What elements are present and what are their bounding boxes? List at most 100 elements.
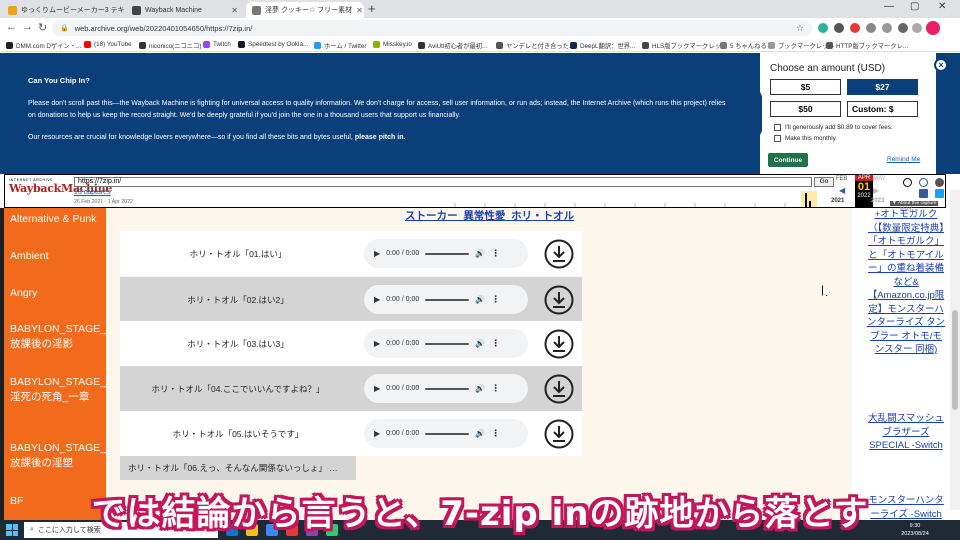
download-icon[interactable] — [544, 239, 574, 269]
bookmark-item[interactable]: ヤンデレと付き合った... — [496, 41, 574, 50]
audio-player[interactable]: ▶ 0:00 / 0:00 🔊 ⋮ — [364, 285, 528, 314]
volume-icon[interactable]: 🔊 — [475, 295, 485, 304]
seek-bar[interactable] — [425, 298, 470, 301]
next-month-label[interactable]: MAY — [871, 176, 888, 182]
forward-icon[interactable]: → — [22, 21, 33, 33]
maximize-icon[interactable]: ▢ — [910, 1, 919, 12]
volume-icon[interactable]: 🔊 — [475, 429, 485, 438]
seek-bar[interactable] — [425, 252, 470, 255]
sidebar-icon[interactable] — [912, 23, 922, 33]
help-icon[interactable] — [919, 178, 928, 187]
sidebar-item[interactable]: BABYLON_STAGE_39_淫死の死角_一章 — [10, 375, 106, 405]
volume-icon[interactable]: 🔊 — [475, 384, 485, 393]
album-heading[interactable]: ストーカー_異常性愛_ホリ・トオル — [405, 208, 574, 223]
play-icon[interactable]: ▶ — [374, 384, 380, 393]
bookmark-item[interactable]: (18) YouTube — [84, 41, 132, 48]
amount-27-button[interactable]: $27 — [847, 79, 918, 95]
scrollbar-thumb[interactable] — [952, 310, 958, 410]
avatar[interactable] — [926, 21, 940, 35]
new-tab-button[interactable]: + — [368, 1, 376, 16]
capture-sparkline[interactable] — [445, 189, 835, 207]
play-icon[interactable]: ▶ — [374, 339, 380, 348]
download-icon[interactable] — [544, 374, 574, 404]
volume-icon[interactable]: 🔊 — [475, 339, 485, 348]
reload-icon[interactable]: ↻ — [38, 21, 47, 34]
amount-50-button[interactable]: $50 — [770, 101, 841, 117]
cover-fees-checkbox[interactable]: I'll generously add $0.89 to cover fees. — [774, 124, 893, 131]
media-icon[interactable] — [882, 23, 892, 33]
tab-yukkuri[interactable]: ゆっくりムービーメーカー3 テキスト - Go ✕ — [2, 2, 124, 18]
more-options-icon[interactable]: ⋮ — [491, 294, 500, 305]
puzzle-icon[interactable] — [866, 23, 876, 33]
bookmark-item[interactable]: DeepL翻訳：世界... — [570, 41, 635, 50]
tab-wayback[interactable]: Wayback Machine ✕ — [126, 2, 244, 18]
sidebar-item[interactable]: Angry — [10, 286, 102, 301]
more-options-icon[interactable]: ⋮ — [491, 248, 500, 259]
next-capture-icon[interactable]: ▶ — [873, 186, 879, 195]
tab-active[interactable]: 淫夢 クッキー☆ フリー素材 ✕ — [246, 2, 364, 18]
wayback-url-input[interactable]: https://7zip.in/ — [74, 177, 812, 187]
bookmark-item[interactable]: niconico(ニコニコ) — [139, 41, 201, 50]
checkbox-box[interactable] — [774, 135, 781, 142]
custom-amount-field[interactable]: Custom: $ — [847, 101, 918, 117]
bookmark-item[interactable]: HTTP版ブックマークレ... — [826, 41, 908, 50]
bookmark-star-icon[interactable]: ☆ — [796, 23, 804, 34]
download-icon[interactable] — [898, 23, 908, 33]
monthly-checkbox[interactable]: Make this monthly — [774, 135, 836, 142]
download-icon[interactable] — [544, 285, 574, 315]
back-icon[interactable]: ← — [6, 21, 17, 33]
product-link[interactable]: +オトモガルク（【数量限定特典】「オトモガルク」と「オトモアイルー」の重ね着装備… — [866, 208, 946, 357]
close-toolbar-icon[interactable] — [935, 178, 944, 187]
continue-button[interactable]: Continue — [768, 153, 808, 167]
more-options-icon[interactable]: ⋮ — [491, 383, 500, 394]
bookmark-item[interactable]: HLS版ブックマークレット — [642, 41, 727, 50]
download-icon[interactable] — [544, 329, 574, 359]
seek-bar[interactable] — [425, 387, 470, 390]
product-link[interactable]: 大乱闘スマッシュブラザーズ SPECIAL -Switch — [866, 412, 946, 453]
audio-player[interactable]: ▶ 0:00 / 0:00 🔊 ⋮ — [364, 239, 528, 268]
captures-link[interactable]: 13 captures — [74, 189, 111, 196]
bookmark-item[interactable]: DMM.com Dゲイン・... — [6, 41, 81, 50]
bookmark-item[interactable]: Twitch — [203, 41, 231, 48]
audio-player[interactable]: ▶ 0:00 / 0:00 🔊 ⋮ — [364, 329, 528, 358]
wayback-logo[interactable]: INTERNET ARCHIVE WaybackMachine — [9, 178, 112, 204]
play-icon[interactable]: ▶ — [374, 429, 380, 438]
bookmark-item[interactable]: ホーム / Twitter — [314, 41, 367, 50]
bookmark-item[interactable]: AviUtl初心者が最初... — [418, 41, 487, 50]
bookmark-item[interactable]: Speedtest by Ookla... — [238, 41, 308, 48]
twitter-icon[interactable] — [935, 189, 944, 198]
bookmark-item[interactable]: 5 ちゃんねる — [720, 41, 767, 50]
extension-icon[interactable] — [850, 23, 860, 33]
url-input[interactable]: 🔒 web.archive.org/web/20220401054650/htt… — [52, 20, 812, 36]
prev-year-label[interactable]: 2021 — [831, 198, 844, 204]
amount-5-button[interactable]: $5 — [770, 79, 841, 95]
close-banner-icon[interactable]: × — [934, 58, 948, 72]
download-icon[interactable] — [544, 419, 574, 449]
prev-month-label[interactable]: FEB — [833, 176, 850, 182]
bookmark-item[interactable]: ブックマークレット — [768, 41, 835, 50]
play-icon[interactable]: ▶ — [374, 249, 380, 258]
bookmark-item[interactable]: Misskey.io — [373, 41, 412, 48]
checkbox-box[interactable] — [774, 124, 781, 131]
wayback-go-button[interactable]: Go — [814, 177, 834, 187]
remind-me-link[interactable]: Remind Me — [887, 156, 920, 163]
more-options-icon[interactable]: ⋮ — [491, 428, 500, 439]
account-icon[interactable] — [903, 178, 912, 187]
more-options-icon[interactable]: ⋮ — [491, 338, 500, 349]
facebook-icon[interactable] — [919, 189, 928, 198]
play-icon[interactable]: ▶ — [374, 295, 380, 304]
sidebar-item[interactable]: BABYLON_STAGE_62_放課後の淫塑 — [10, 441, 106, 471]
audio-player[interactable]: ▶ 0:00 / 0:00 🔊 ⋮ — [364, 374, 528, 403]
minimize-icon[interactable]: — — [884, 1, 894, 12]
prev-capture-icon[interactable]: ◀ — [839, 186, 845, 195]
audio-player[interactable]: ▶ 0:00 / 0:00 🔊 ⋮ — [364, 419, 528, 448]
extension-icon[interactable] — [834, 23, 844, 33]
page-scrollbar[interactable] — [950, 190, 960, 510]
seek-bar[interactable] — [425, 432, 470, 435]
seek-bar[interactable] — [425, 342, 470, 345]
sidebar-item[interactable]: BABYLON_STAGE_38_放課後の淫影 — [10, 322, 106, 352]
close-tab-icon[interactable]: ✕ — [356, 6, 363, 15]
sidebar-item[interactable]: Ambient — [10, 249, 102, 264]
extension-icon[interactable] — [818, 23, 828, 33]
close-window-icon[interactable]: ✕ — [938, 1, 946, 12]
